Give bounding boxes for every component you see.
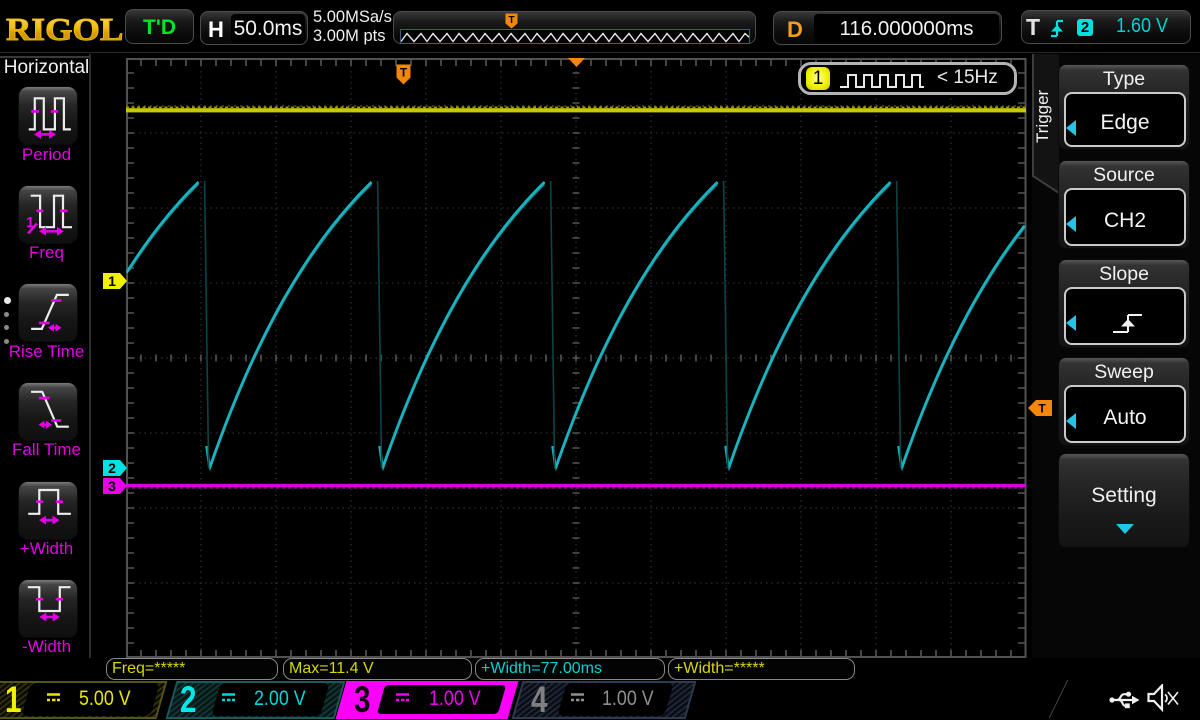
svg-text:T: T xyxy=(400,66,408,80)
svg-text:T: T xyxy=(508,15,514,26)
svg-text:2: 2 xyxy=(108,460,116,476)
svg-text:1: 1 xyxy=(108,273,116,289)
svg-text:3: 3 xyxy=(108,478,116,494)
svg-text:T: T xyxy=(1038,402,1046,416)
